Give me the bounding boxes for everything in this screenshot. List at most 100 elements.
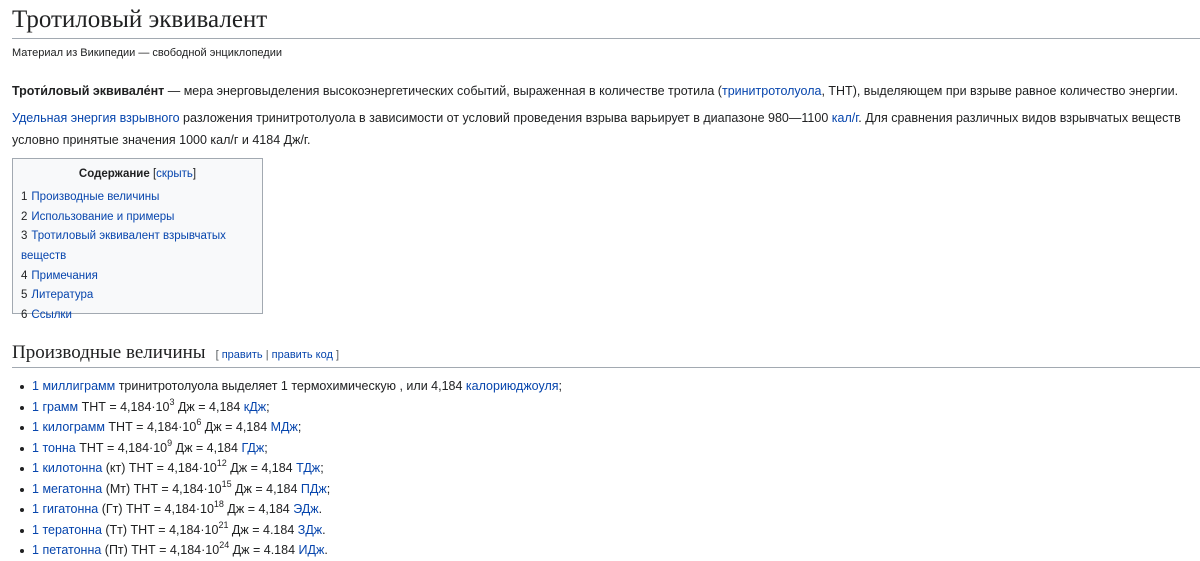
list-text: ТНТ = 4,184·10 xyxy=(78,399,170,414)
list-text: . xyxy=(318,502,323,517)
toc-item-link[interactable]: Ссылки xyxy=(31,309,72,321)
toc-item-number: 3 xyxy=(21,230,28,243)
derived-units-list: 1 миллиграмм тринитротолуола выделяет 1 … xyxy=(12,376,1200,561)
quantity-link[interactable]: 1 xyxy=(32,461,39,475)
toc-list: 1 Производные величины 2 Использование и пр… xyxy=(21,188,254,325)
page-title: Тротиловый эквивалент xyxy=(12,0,1200,39)
list-text: (кт) ТНТ = 4,184·10 xyxy=(102,461,217,476)
list-item: 1 мегатонна (Мт) ТНТ = 4,184·1015 Дж = 4… xyxy=(20,478,1200,500)
toc-item[interactable]: 3 Тротиловый эквивалент взрывчатых вещест… xyxy=(21,227,254,266)
toc-item-link[interactable]: Тротиловый эквивалент взрывчатых веществ xyxy=(21,230,226,262)
quantity-link[interactable]: 1 xyxy=(32,482,39,496)
toc-item[interactable]: 2 Использование и примеры xyxy=(21,208,254,228)
list-text: Дж = 4.184 xyxy=(228,522,298,537)
list-text: ТНТ = 4,184·10 xyxy=(75,440,168,455)
unit-link[interactable]: миллиграмм xyxy=(42,379,115,393)
list-text: Дж = 4,184 xyxy=(172,440,242,455)
unit-link[interactable]: ГДж xyxy=(241,441,264,455)
list-text: (Мт) ТНТ = 4,184·10 xyxy=(102,481,222,496)
toc-item-link[interactable]: Литература xyxy=(31,289,93,301)
list-text: тринитротолуола выделяет 1 термохимическ… xyxy=(115,379,400,394)
unit-link[interactable]: тонна xyxy=(42,441,75,455)
list-text: Дж = 4,184 xyxy=(231,481,301,496)
toc-item-link[interactable]: Использование и примеры xyxy=(31,211,174,223)
list-text: Дж = 4,184 xyxy=(174,399,244,414)
unit-link[interactable]: петатонна xyxy=(42,543,101,557)
unit-link[interactable]: ИДж xyxy=(299,543,325,557)
list-text: . xyxy=(322,522,326,537)
list-item: 1 грамм ТНТ = 4,184·103 Дж = 4,184 кДж; xyxy=(20,396,1200,418)
list-item: 1 петатонна (Пт) ТНТ = 4,184·1024 Дж = 4… xyxy=(20,540,1200,561)
quantity-link[interactable]: 1 xyxy=(32,379,39,393)
unit-link[interactable]: гигатонна xyxy=(42,502,98,516)
list-text: Дж = 4,184 xyxy=(223,502,294,517)
table-of-contents: Содержание [скрыть] 1 Производные величин… xyxy=(12,158,263,321)
list-text: Дж = 4.184 xyxy=(229,543,299,558)
list-text: ; xyxy=(266,399,270,414)
unit-link[interactable]: килограмм xyxy=(42,420,105,434)
toc-item-link[interactable]: Производные величины xyxy=(31,191,159,203)
quantity-link[interactable]: 1 xyxy=(32,523,39,537)
quantity-link[interactable]: 1 xyxy=(32,441,39,455)
list-text: ТНТ = 4,184·10 xyxy=(104,420,197,435)
link-specific-energy[interactable]: Удельная энергия взрывного xyxy=(12,111,180,125)
quantity-link[interactable]: 1 xyxy=(32,420,39,434)
list-text: (Пт) ТНТ = 4,184·10 xyxy=(101,543,220,558)
list-text: Дж = 4,184 xyxy=(226,461,297,476)
unit-link[interactable]: мегатонна xyxy=(42,482,102,496)
unit-link[interactable]: тератонна xyxy=(42,523,101,537)
list-text: ; xyxy=(297,420,302,435)
toc-item-number: 4 xyxy=(21,269,28,282)
section-heading-derived: Производные величины[ править | править … xyxy=(12,342,1200,369)
toc-item[interactable]: 5 Литература xyxy=(21,286,254,306)
toc-item-link[interactable]: Примечания xyxy=(31,270,97,282)
list-text: ; xyxy=(326,481,331,496)
exponent: 3 xyxy=(169,396,175,407)
edit-code-link[interactable]: править код xyxy=(272,349,333,361)
toc-item-number: 5 xyxy=(21,289,28,302)
unit-link[interactable]: калорию xyxy=(466,379,516,393)
toc-item-number: 1 xyxy=(21,191,28,204)
unit-link[interactable]: джоуля xyxy=(516,379,559,393)
unit-link[interactable]: грамм xyxy=(42,400,78,414)
exponent: 18 xyxy=(213,499,224,510)
toc-item[interactable]: 4 Примечания xyxy=(21,267,254,287)
second-paragraph: Удельная энергия взрывного разложения тр… xyxy=(12,111,1181,148)
unit-link[interactable]: кДж xyxy=(244,400,266,414)
unit-link[interactable]: ЗДж xyxy=(298,523,322,537)
unit-link[interactable]: МДж xyxy=(271,420,298,434)
lead-term: Троти́ловый эквивале́нт xyxy=(12,83,165,98)
toc-item-number: 6 xyxy=(21,308,28,321)
edit-link[interactable]: править xyxy=(222,349,263,361)
exponent: 21 xyxy=(218,519,229,530)
lead-paragraph: Троти́ловый эквивале́нт — мера энерговыд… xyxy=(12,83,1179,98)
exponent: 15 xyxy=(221,478,232,489)
unit-link[interactable]: ПДж xyxy=(301,482,327,496)
link-tnt[interactable]: тринитротолуола xyxy=(722,84,821,98)
quantity-link[interactable]: 1 xyxy=(32,543,39,557)
toc-toggle-link[interactable]: скрыть xyxy=(156,168,193,180)
list-text: (Гт) ТНТ = 4,184·10 xyxy=(98,502,214,517)
unit-link[interactable]: килотонна xyxy=(42,461,102,475)
link-cal-per-g[interactable]: кал/г xyxy=(832,111,859,125)
toc-item[interactable]: 6 Ссылки xyxy=(21,306,254,326)
toc-title: Содержание [скрыть] xyxy=(78,168,197,181)
unit-link[interactable]: ЭДж xyxy=(293,502,318,516)
article: Тротиловый эквивалент Материал из Википе… xyxy=(0,0,1200,561)
section-edit-links: [ править | править код ] xyxy=(215,348,340,361)
list-item: 1 килограмм ТНТ = 4,184·106 Дж = 4,184 М… xyxy=(20,417,1200,438)
list-text: ; xyxy=(320,461,324,476)
list-item: 1 тонна ТНТ = 4,184·109 Дж = 4,184 ГДж; xyxy=(20,437,1200,459)
list-item: 1 тератонна (Тт) ТНТ = 4,184·1021 Дж = 4… xyxy=(20,519,1200,541)
exponent: 24 xyxy=(219,540,230,551)
quantity-link[interactable]: 1 xyxy=(32,502,39,516)
toc-item[interactable]: 1 Производные величины xyxy=(21,188,254,208)
site-tagline: Материал из Википедии — свободной энцикл… xyxy=(12,46,282,59)
quantity-link[interactable]: 1 xyxy=(32,400,39,414)
list-text: ; xyxy=(264,440,268,455)
list-text: (Тт) ТНТ = 4,184·10 xyxy=(101,522,219,537)
list-item: 1 килотонна (кт) ТНТ = 4,184·1012 Дж = 4… xyxy=(20,458,1200,479)
unit-link[interactable]: ТДж xyxy=(296,461,320,475)
exponent: 9 xyxy=(167,437,173,448)
list-text: ; xyxy=(558,379,563,394)
